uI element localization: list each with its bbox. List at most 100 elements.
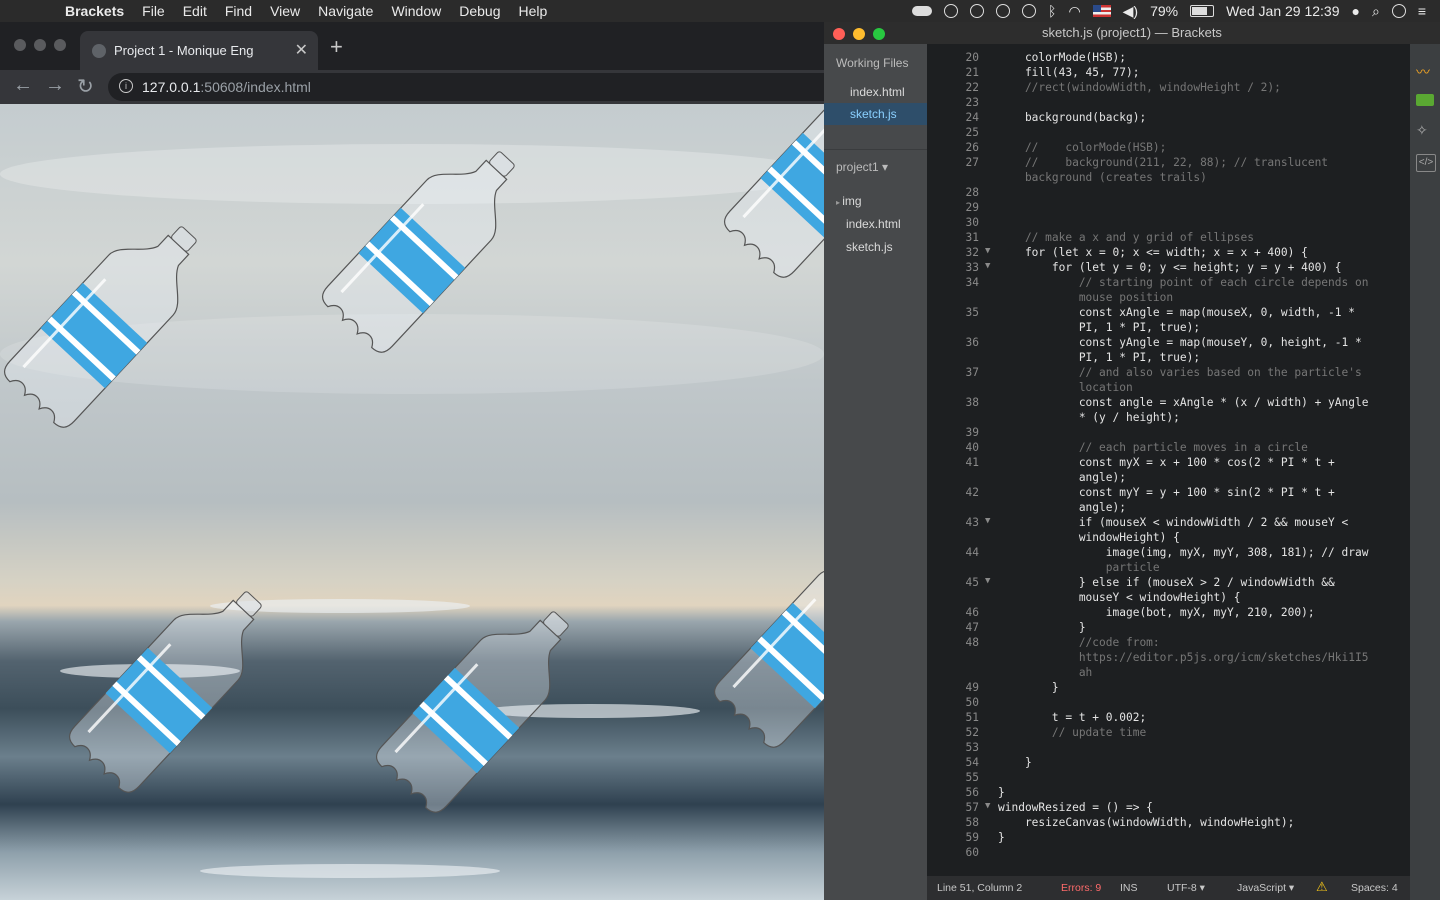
code-text: mouseY < windowHeight) { [998,591,1241,604]
close-window-button[interactable] [833,28,845,40]
fold-toggle-icon[interactable]: ▼ [985,246,990,256]
editor-titlebar: sketch.js (project1) — Brackets [824,22,1440,44]
notification-center-icon[interactable]: ≡ [1418,3,1426,19]
clock[interactable]: Wed Jan 29 12:39 [1226,3,1339,19]
code-text: // background(211, 22, 88); // transluce… [998,156,1329,169]
tree-item-label: index.html [846,217,901,231]
browser-tab[interactable]: Project 1 - Monique Eng ✕ [80,31,318,70]
do-not-disturb-icon[interactable] [996,4,1011,18]
code-text: fill(43, 45, 77); [998,66,1140,79]
extension-manager-icon[interactable] [1416,94,1434,106]
project-label: project1 ▾ [836,160,889,174]
line-number: 30 [965,216,979,229]
code-line: 57 ▼ windowResized = () => { [927,801,1410,816]
code-editor[interactable]: 20 colorMode(HSB); 21 fill(43, 45, 77); 22… [927,44,1410,876]
code-tag-icon[interactable]: </> [1416,154,1436,172]
magic-wand-icon[interactable]: ✧ [1416,122,1434,138]
code-text: ah [998,666,1093,679]
working-files-header: Working Files [824,52,939,74]
zoom-window-button[interactable] [873,28,885,40]
bottle-sprite [370,586,596,819]
code-line: 35 const xAngle = map(mouseX, 0, width, … [927,306,1410,321]
close-window-button[interactable] [14,39,26,51]
menu-view[interactable]: View [261,3,309,19]
working-file-sketch-js[interactable]: sketch.js [824,103,927,125]
language-dropdown[interactable]: JavaScript ▾ [1237,882,1294,894]
fold-toggle-icon[interactable]: ▼ [985,516,990,526]
tree-item-label: img [842,194,862,208]
code-line: 43 ▼ if (mouseX < windowWidth / 2 && mous… [927,516,1410,531]
tree-folder-img[interactable]: ▸ img [824,190,927,212]
fold-toggle-icon[interactable]: ▼ [985,576,990,586]
code-text: } [998,621,1086,634]
fold-toggle-icon[interactable]: ▼ [985,261,990,271]
code-line: 54 } [927,756,1410,771]
site-info-icon[interactable]: i [119,79,133,93]
zoom-window-button[interactable] [54,39,66,51]
back-arrow-icon[interactable]: ← [13,74,33,97]
code-text: angle); [998,471,1126,484]
menu-help[interactable]: Help [510,3,557,19]
tab-title: Project 1 - Monique Eng [114,43,254,58]
encoding-dropdown[interactable]: UTF-8 ▾ [1167,882,1205,894]
fold-toggle-icon[interactable]: ▼ [985,801,990,811]
insert-mode[interactable]: INS [1120,882,1138,894]
sync-icon[interactable] [944,4,959,18]
indent-spaces[interactable]: Spaces: 4 [1351,882,1398,894]
menu-window[interactable]: Window [382,3,450,19]
live-preview-icon[interactable]: 〰 [1416,62,1434,80]
sketch-canvas[interactable] [0,104,824,900]
code-line: 46 image(bot, myX, myY, 210, 200); [927,606,1410,621]
menu-edit[interactable]: Edit [174,3,216,19]
line-number: 27 [965,156,979,169]
close-tab-icon[interactable]: ✕ [295,40,308,60]
reload-icon[interactable]: ↻ [77,74,94,99]
code-line: 60 [927,846,1410,861]
code-text: } [998,831,1005,844]
code-line: 21 fill(43, 45, 77); [927,66,1410,81]
tree-file-sketch-js[interactable]: sketch.js [824,236,927,258]
line-number: 23 [965,96,979,109]
code-text: resizeCanvas(windowWidth, windowHeight); [998,816,1295,829]
code-text: https://editor.p5js.org/icm/sketches/Hki… [998,651,1369,664]
code-line: https://editor.p5js.org/icm/sketches/Hki… [927,651,1410,666]
time-machine-icon[interactable] [970,4,985,18]
user-icon[interactable]: ● [1352,3,1360,19]
code-text: const angle = xAngle * (x / width) + yAn… [998,396,1369,409]
working-file-index-html[interactable]: index.html [824,81,927,103]
battery-percent[interactable]: 79% [1150,3,1178,19]
battery-icon[interactable] [1190,5,1215,17]
code-text: // colorMode(HSB); [998,141,1167,154]
code-line: 29 [927,201,1410,216]
wifi-icon[interactable]: ◠ [1068,3,1080,20]
code-text: const yAngle = map(mouseY, 0, height, -1… [998,336,1362,349]
browser-window-controls [14,39,66,51]
menu-find[interactable]: Find [216,3,261,19]
code-line: 31 // make a x and y grid of ellipses [927,231,1410,246]
menu-file[interactable]: File [133,3,174,19]
new-tab-icon[interactable]: + [330,34,343,60]
code-text: for (let y = 0; y <= height; y = y + 400… [998,261,1342,274]
cursor-position[interactable]: Line 51, Column 2 [937,882,1022,894]
minimize-window-button[interactable] [853,28,865,40]
creative-cloud-icon[interactable] [912,6,933,16]
spotlight-search-icon[interactable]: ⌕ [1372,3,1380,20]
code-line: 44 image(img, myX, myY, 308, 181); // dr… [927,546,1410,561]
input-source-flag-icon[interactable] [1092,5,1111,17]
volume-icon[interactable]: ◀) [1123,3,1138,20]
menu-debug[interactable]: Debug [450,3,509,19]
error-count[interactable]: Errors: 9 [1061,882,1101,894]
siri-icon[interactable] [1391,4,1406,18]
code-line: 30 [927,216,1410,231]
forward-arrow-icon[interactable]: → [45,74,65,97]
code-text: colorMode(HSB); [998,51,1126,64]
bluetooth-icon[interactable]: ᛒ [1048,3,1056,19]
minimize-window-button[interactable] [34,39,46,51]
address-bar[interactable]: i 127.0.0.1:50608/index.html [108,73,824,101]
menu-navigate[interactable]: Navigate [309,3,382,19]
warning-icon[interactable]: ⚠ [1316,879,1328,895]
accessibility-icon[interactable] [1022,4,1037,18]
menu-app-brackets[interactable]: Brackets [56,3,133,19]
project-dropdown[interactable]: project1 ▾ [824,156,939,178]
tree-file-index-html[interactable]: index.html [824,213,927,235]
